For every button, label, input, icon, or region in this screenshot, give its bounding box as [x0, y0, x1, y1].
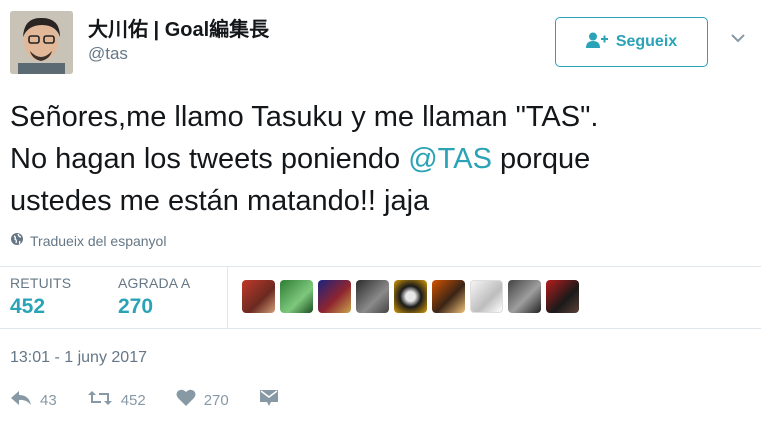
follow-button[interactable]: Segueix [555, 17, 708, 67]
reply-count: 43 [40, 391, 57, 409]
like-count: 270 [203, 391, 229, 409]
avatar[interactable] [10, 11, 73, 74]
likers-avatars [242, 280, 579, 313]
user-plus-icon [585, 32, 608, 53]
retweets-label: RETUITS [10, 275, 72, 291]
retweet-action[interactable]: 452 [87, 390, 146, 410]
divider-top [0, 266, 761, 267]
tweet-line-1: Señores,me llamo Tasuku y me llaman "TAS… [10, 101, 599, 133]
author-name[interactable]: 大川佑 | Goal編集長 [88, 13, 269, 42]
likes-stat[interactable]: AGRADA A 270 [118, 275, 190, 319]
liker-avatar[interactable] [318, 280, 351, 313]
tweet-actions: 43 452 270 [10, 389, 309, 411]
author-handle[interactable]: @tas [88, 44, 128, 64]
retweet-icon [87, 390, 113, 410]
retweet-count: 452 [120, 391, 146, 409]
reply-action[interactable]: 43 [10, 390, 57, 410]
chevron-down-icon[interactable] [730, 30, 746, 46]
divider-bottom [0, 328, 761, 329]
message-icon [259, 389, 279, 411]
tweet-line-2-before: No hagan los tweets poniendo [10, 143, 409, 175]
tweet-text: Señores,me llamo Tasuku y me llaman "TAS… [10, 96, 755, 222]
tweet-line-3: ustedes me están matando!! jaja [10, 185, 430, 217]
translate-label: Tradueix del espanyol [30, 232, 167, 249]
liker-avatar[interactable] [470, 280, 503, 313]
follow-button-label: Segueix [615, 33, 678, 50]
liker-avatar[interactable] [356, 280, 389, 313]
liker-avatar[interactable] [280, 280, 313, 313]
reply-icon [10, 390, 32, 410]
liker-avatar[interactable] [508, 280, 541, 313]
message-action[interactable] [259, 389, 279, 411]
mention-link[interactable]: @TAS [408, 143, 492, 175]
liker-avatar[interactable] [432, 280, 465, 313]
likes-label: AGRADA A [118, 275, 191, 291]
retweets-stat[interactable]: RETUITS 452 [10, 275, 71, 319]
likes-value: 270 [118, 295, 154, 318]
translate-link[interactable]: Tradueix del espanyol [10, 232, 166, 249]
stats-separator [227, 266, 228, 328]
like-action[interactable]: 270 [176, 389, 229, 411]
avatar-photo [10, 11, 73, 74]
liker-avatar[interactable] [394, 280, 427, 313]
globe-icon [10, 232, 24, 249]
retweets-value: 452 [10, 295, 46, 318]
tweet-line-2: No hagan los tweets poniendo @TAS porque [10, 138, 755, 180]
liker-avatar[interactable] [546, 280, 579, 313]
heart-icon [176, 389, 196, 411]
tweet-timestamp[interactable]: 13:01 - 1 juny 2017 [10, 349, 147, 367]
tweet-line-2-after: porque [491, 143, 591, 175]
liker-avatar[interactable] [242, 280, 275, 313]
